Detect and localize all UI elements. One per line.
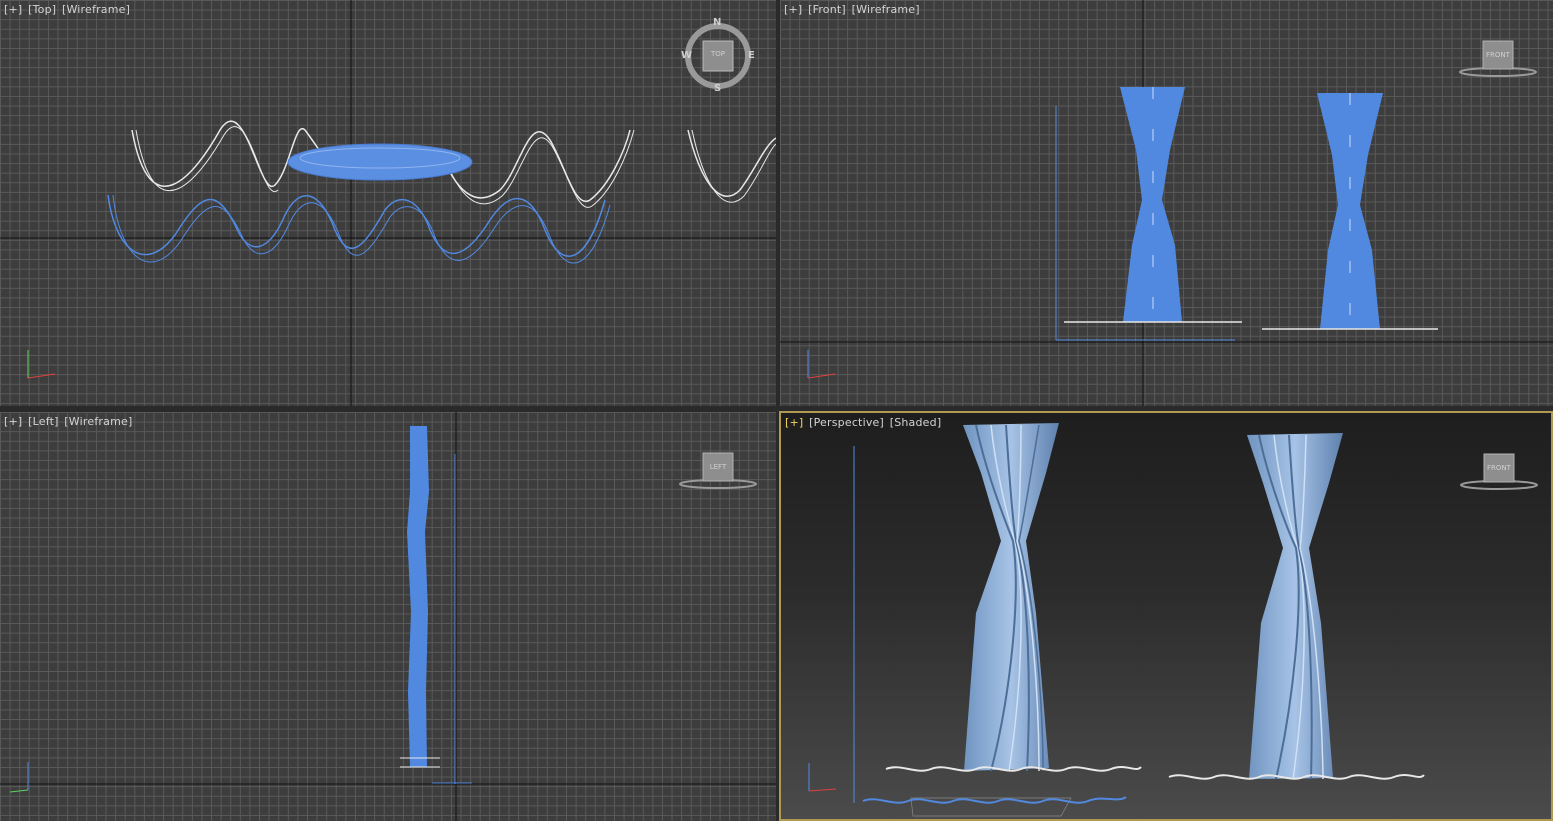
axis-tripod-x [808, 788, 837, 792]
viewport-left[interactable]: LEFT [+] [Left] [Wireframe] [0, 412, 776, 821]
compass-south-label: S [714, 83, 722, 94]
rail-curve-blue[interactable] [107, 194, 606, 257]
curtain-shaded-left[interactable] [963, 423, 1059, 772]
viewcube-face-label: FRONT [1487, 464, 1511, 472]
viewport-label-top: [+] [Top] [Wireframe] [4, 3, 132, 16]
viewcube-face-label: FRONT [1486, 51, 1510, 59]
viewcube-face-label: TOP [710, 50, 725, 58]
left-scene [0, 412, 776, 821]
viewport-shading-menu[interactable]: [Wireframe] [852, 3, 920, 16]
top-scene [0, 0, 776, 406]
viewport-view-menu[interactable]: [Perspective] [809, 416, 884, 429]
perspective-scene [808, 423, 1538, 817]
viewport-menu-button[interactable]: [+] [784, 3, 802, 16]
compass-east-label: E [748, 50, 755, 61]
front-scene [780, 0, 1553, 406]
rail-curve-white-offset [135, 126, 279, 193]
axis-tripod-x [27, 373, 56, 379]
curtain-wireframe-top[interactable] [287, 143, 473, 181]
axis-tripod-y [9, 789, 29, 793]
curtain-front-right[interactable] [1317, 93, 1383, 329]
viewport-menu-button[interactable]: [+] [4, 3, 22, 16]
rail-curve-blue-offset [112, 194, 611, 264]
viewport-label-front: [+] [Front] [Wireframe] [784, 3, 922, 16]
viewport-shading-menu[interactable]: [Shaded] [890, 416, 942, 429]
viewport-menu-button[interactable]: [+] [785, 416, 803, 429]
viewport-shading-menu[interactable]: [Wireframe] [64, 415, 132, 428]
viewcube-face-label: LEFT [709, 463, 727, 471]
viewport-label-perspective: [+] [Perspective] [Shaded] [785, 416, 943, 429]
compass-west-label: W [681, 50, 693, 61]
viewport-top[interactable]: TOP N E S W [+] [Top] [Wireframe] [0, 0, 776, 406]
curtain-side-left[interactable] [407, 426, 429, 767]
viewport-label-left: [+] [Left] [Wireframe] [4, 415, 134, 428]
viewport-view-menu[interactable]: [Left] [28, 415, 58, 428]
viewport-menu-button[interactable]: [+] [4, 415, 22, 428]
compass-north-label: N [713, 17, 722, 28]
rail-curve-white-far-offset [691, 129, 776, 203]
viewport-shading-menu[interactable]: [Wireframe] [62, 3, 130, 16]
viewport-perspective[interactable]: FRONT [+] [Perspective] [Shaded] [779, 411, 1553, 821]
viewport-front[interactable]: FRONT [+] [Front] [Wireframe] [780, 0, 1553, 406]
viewport-view-menu[interactable]: [Front] [808, 3, 846, 16]
viewport-view-menu[interactable]: [Top] [28, 3, 56, 16]
curtain-shaded-right[interactable] [1247, 433, 1343, 780]
curtain-front-left[interactable] [1120, 87, 1185, 322]
axis-tripod-x [807, 373, 836, 379]
